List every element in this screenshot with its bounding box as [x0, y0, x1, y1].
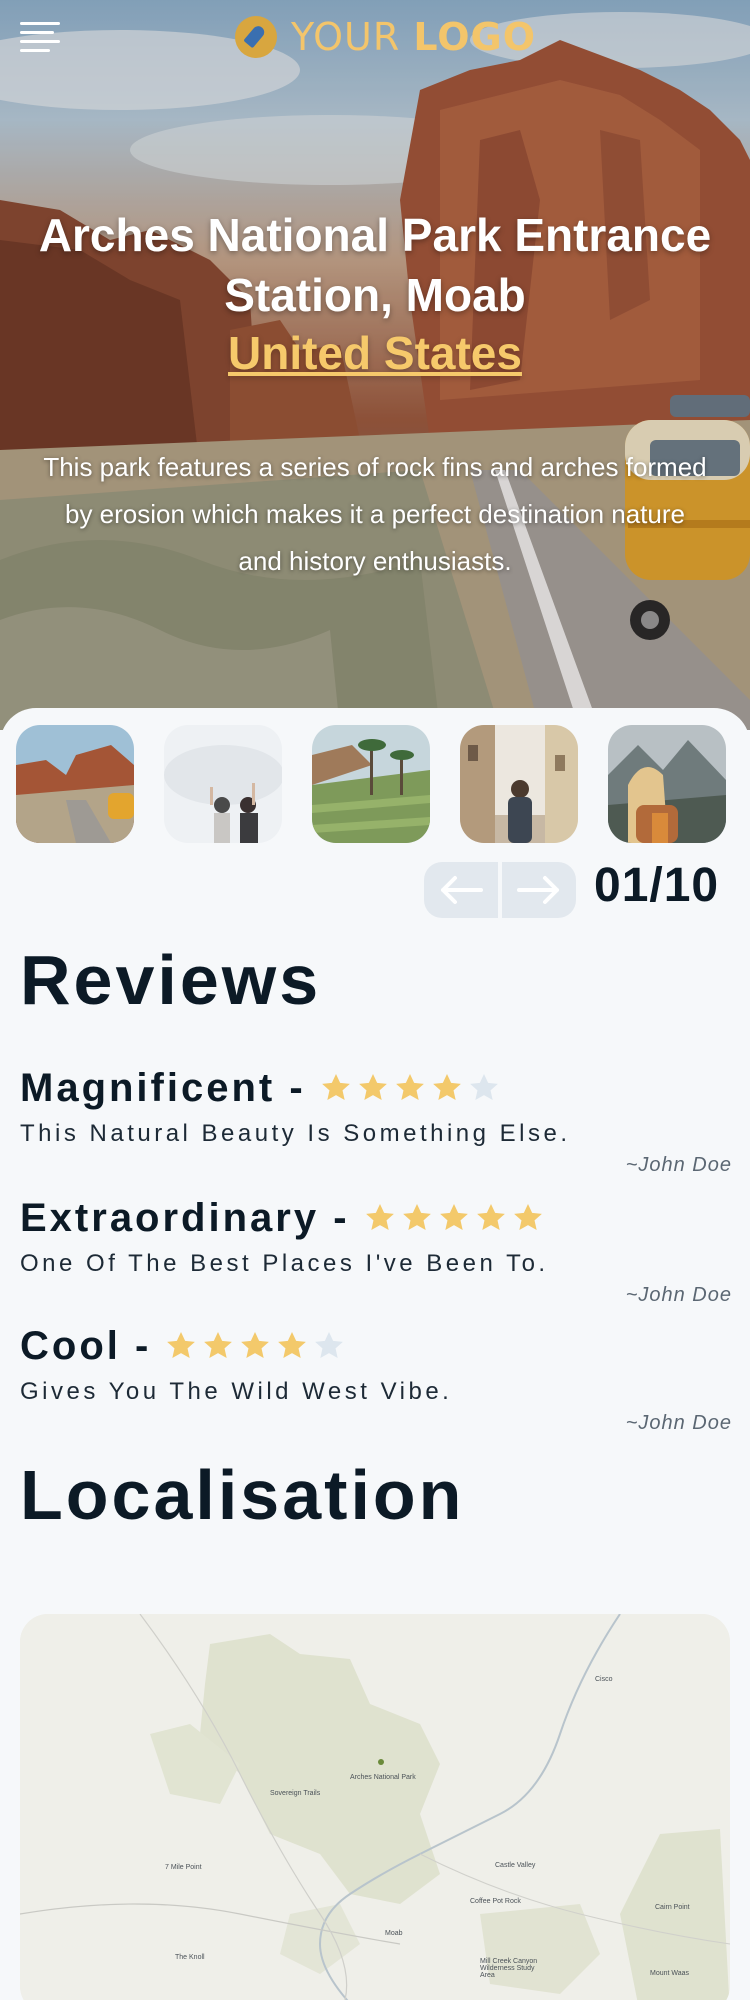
arrow-left-icon [441, 876, 483, 904]
map-label: Castle Valley [495, 1862, 536, 1869]
compass-logo-icon [235, 16, 277, 58]
star-filled-icon [432, 1074, 461, 1100]
map-label: Arches National Park [350, 1774, 416, 1781]
star-filled-icon [278, 1332, 307, 1358]
map-label: Mill Creek Canyon Wilderness Study Area [480, 1958, 538, 1979]
star-filled-icon [439, 1204, 468, 1230]
thumbnail-4[interactable] [460, 725, 578, 843]
star-filled-icon [513, 1204, 542, 1230]
map-label: Coffee Pot Rock [470, 1898, 521, 1905]
gallery-navigation [424, 862, 576, 918]
review-author: ~John Doe [625, 1154, 732, 1176]
star-filled-icon [204, 1332, 233, 1358]
next-image-button[interactable] [502, 862, 576, 918]
hero-description: This park features a series of rock fins… [43, 452, 707, 576]
review-text: Gives You The Wild West Vibe. [20, 1378, 453, 1405]
star-filled-icon [365, 1204, 394, 1230]
star-filled-icon [167, 1332, 196, 1358]
review-title: Extraordinary - [20, 1195, 350, 1240]
review-item: Magnificent - This Natural Beauty Is Som… [20, 1064, 732, 1177]
review-author: ~John Doe [625, 1284, 732, 1306]
map-label: 7 Mile Point [165, 1864, 202, 1871]
star-empty-icon [469, 1074, 498, 1100]
star-filled-icon [395, 1074, 424, 1100]
star-rating [320, 1072, 500, 1104]
gallery-counter: 01/10 [594, 859, 720, 912]
map-label: Cairn Point [655, 1904, 690, 1911]
star-filled-icon [241, 1332, 270, 1358]
map-label: The Knoll [175, 1954, 205, 1961]
review-text: One Of The Best Places I've Been To. [20, 1250, 549, 1277]
logo-text-bold: LOGO [413, 15, 537, 59]
thumbnail-2[interactable] [164, 725, 282, 843]
logo-text: YOUR LOGO [291, 15, 536, 59]
localisation-heading: Localisation [20, 1456, 465, 1534]
site-logo[interactable]: YOUR LOGO [235, 14, 536, 60]
star-filled-icon [321, 1074, 350, 1100]
star-filled-icon [402, 1204, 431, 1230]
location-map[interactable]: Arches National Park Sovereign Trails 7 … [20, 1614, 730, 2000]
map-label: Cisco [595, 1676, 613, 1683]
reviews-heading: Reviews [20, 941, 322, 1019]
previous-image-button[interactable] [424, 862, 498, 918]
review-author: ~John Doe [625, 1412, 732, 1434]
logo-text-light: YOUR [291, 15, 401, 59]
map-background [20, 1614, 730, 2000]
map-label: Mount Waas [650, 1970, 690, 1977]
star-empty-icon [315, 1332, 344, 1358]
star-filled-icon [476, 1204, 505, 1230]
star-rating [165, 1330, 345, 1362]
map-label: Moab [385, 1930, 403, 1937]
page-title: Arches National Park Entrance Station, M… [38, 209, 712, 321]
review-title: Cool - [20, 1323, 152, 1368]
review-item: Extraordinary - One Of The Best Places I… [20, 1194, 732, 1307]
review-text: This Natural Beauty Is Something Else. [20, 1120, 571, 1147]
thumbnail-5[interactable] [608, 725, 726, 843]
arrow-right-icon [517, 876, 559, 904]
hero-banner: YOUR LOGO Arches National Park Entrance … [0, 0, 750, 730]
thumbnail-1[interactable] [16, 725, 134, 843]
country-link[interactable]: United States [0, 323, 750, 383]
review-title: Magnificent - [20, 1065, 306, 1110]
star-filled-icon [358, 1074, 387, 1100]
review-item: Cool - Gives You The Wild West Vibe. ~Jo… [20, 1322, 732, 1435]
star-rating [364, 1202, 544, 1234]
hamburger-menu-icon[interactable] [20, 22, 62, 56]
thumbnail-strip [16, 725, 726, 843]
thumbnail-3[interactable] [312, 725, 430, 843]
map-label: Sovereign Trails [270, 1790, 321, 1797]
